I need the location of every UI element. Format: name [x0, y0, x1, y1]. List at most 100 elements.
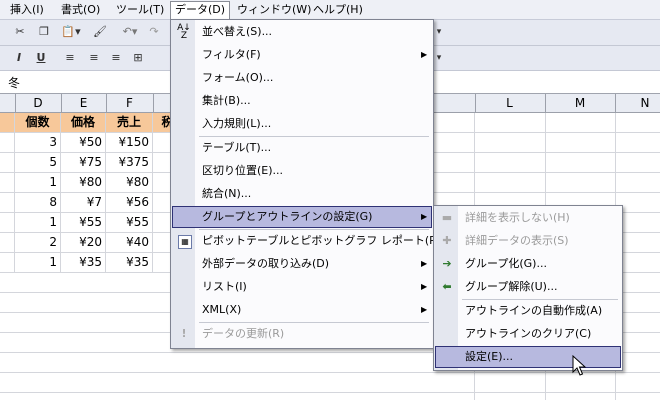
- menu-item-label: アウトラインのクリア(C): [465, 327, 592, 340]
- menu-item-auto-outline[interactable]: アウトラインの自動作成(A): [435, 300, 621, 322]
- cell[interactable]: ¥55: [61, 213, 106, 232]
- row-header[interactable]: [0, 153, 15, 172]
- table-row: [0, 373, 660, 393]
- format-painter-icon[interactable]: 🖌: [92, 24, 108, 40]
- submenu-arrow-icon: ▶: [421, 305, 428, 314]
- menu-item-label: 統合(N)...: [202, 187, 252, 200]
- menu-help[interactable]: ヘルプ(H): [309, 2, 367, 17]
- menu-item-label: データの更新(R): [202, 327, 285, 340]
- menu-item-group[interactable]: ➔ グループ化(G)...: [435, 253, 621, 275]
- menu-bar: 挿入(I) 書式(O) ツール(T) データ(D) ウィンドウ(W) ヘルプ(H…: [0, 0, 660, 20]
- menu-window[interactable]: ウィンドウ(W): [233, 2, 315, 17]
- header-cell-price[interactable]: 価格: [61, 113, 106, 132]
- cell[interactable]: ¥35: [106, 253, 153, 272]
- cell[interactable]: ¥50: [61, 133, 106, 152]
- cell[interactable]: ¥20: [61, 233, 106, 252]
- cell[interactable]: 1: [15, 173, 61, 192]
- menu-item-label: 設定(E)...: [465, 350, 514, 363]
- cell[interactable]: ¥7: [61, 193, 106, 212]
- row-header[interactable]: [0, 233, 15, 252]
- underline-button[interactable]: U: [34, 50, 48, 66]
- menu-data[interactable]: データ(D): [170, 1, 231, 20]
- cell[interactable]: ¥40: [106, 233, 153, 252]
- cell[interactable]: ¥35: [61, 253, 106, 272]
- menu-item-label: フォーム(O)...: [202, 71, 274, 84]
- menu-format[interactable]: 書式(O): [57, 2, 104, 17]
- menu-item-xml[interactable]: XML(X) ▶: [172, 299, 432, 321]
- menu-tools[interactable]: ツール(T): [112, 2, 168, 17]
- menu-item-validation[interactable]: 入力規則(L)...: [172, 113, 432, 135]
- cell[interactable]: 8: [15, 193, 61, 212]
- cell[interactable]: 1: [15, 213, 61, 232]
- menu-item-clear-outline[interactable]: アウトラインのクリア(C): [435, 323, 621, 345]
- cell[interactable]: ¥55: [106, 213, 153, 232]
- menu-item-show-detail[interactable]: ✚ 詳細データの表示(S): [435, 230, 621, 252]
- cut-icon[interactable]: ✂: [12, 24, 28, 40]
- menu-item-refresh-data[interactable]: ! データの更新(R): [172, 323, 432, 345]
- col-header-l[interactable]: L: [474, 94, 546, 112]
- col-header-m[interactable]: M: [545, 94, 616, 112]
- row-header[interactable]: [0, 113, 15, 132]
- menu-item-text-to-columns[interactable]: 区切り位置(E)...: [172, 160, 432, 182]
- toolbar-options-icon[interactable]: ▾: [434, 50, 444, 66]
- toolbar-options-icon[interactable]: ▾: [434, 24, 444, 40]
- italic-button[interactable]: I: [12, 50, 26, 66]
- menu-item-ungroup[interactable]: ⬅ グループ解除(U)...: [435, 276, 621, 298]
- redo-icon[interactable]: ↷: [146, 24, 162, 40]
- cell[interactable]: 2: [15, 233, 61, 252]
- row-header[interactable]: [0, 173, 15, 192]
- cell[interactable]: 1: [15, 253, 61, 272]
- cell[interactable]: ¥80: [106, 173, 153, 192]
- col-header-d[interactable]: D: [15, 94, 62, 112]
- menu-item-filter[interactable]: フィルタ(F) ▶: [172, 44, 432, 66]
- cell[interactable]: ¥75: [61, 153, 106, 172]
- header-cell-sales[interactable]: 売上: [106, 113, 153, 132]
- header-cell-count[interactable]: 個数: [15, 113, 61, 132]
- menu-item-outline-settings[interactable]: 設定(E)...: [435, 346, 621, 368]
- menu-item-form[interactable]: フォーム(O)...: [172, 67, 432, 89]
- menu-item-group-outline[interactable]: グループとアウトラインの設定(G) ▶: [172, 206, 432, 228]
- menu-insert[interactable]: 挿入(I): [6, 2, 48, 17]
- copy-icon[interactable]: ❐: [36, 24, 52, 40]
- cell[interactable]: ¥56: [106, 193, 153, 212]
- col-header-k[interactable]: [432, 94, 476, 112]
- row-header[interactable]: [0, 213, 15, 232]
- col-header-f[interactable]: F: [106, 94, 154, 112]
- row-header[interactable]: [0, 193, 15, 212]
- cell[interactable]: ¥375: [106, 153, 153, 172]
- align-center-icon[interactable]: ≡: [86, 50, 102, 66]
- show-detail-icon: ✚: [442, 234, 452, 247]
- row-header[interactable]: [0, 133, 15, 152]
- row-header[interactable]: [0, 253, 15, 272]
- align-left-icon[interactable]: ≡: [62, 50, 78, 66]
- menu-item-subtotals[interactable]: 集計(B)...: [172, 90, 432, 112]
- cell[interactable]: ¥150: [106, 133, 153, 152]
- cell[interactable]: 5: [15, 153, 61, 172]
- group-icon: ➔: [442, 257, 452, 270]
- cell[interactable]: ¥80: [61, 173, 106, 192]
- menu-item-consolidate[interactable]: 統合(N)...: [172, 183, 432, 205]
- menu-item-hide-detail[interactable]: ▬ 詳細を表示しない(H): [435, 207, 621, 229]
- menu-item-label: 入力規則(L)...: [202, 117, 272, 130]
- cell[interactable]: 3: [15, 133, 61, 152]
- menu-item-label: グループとアウトラインの設定(G): [202, 210, 373, 223]
- menu-item-pivot-table[interactable]: ▦ ピボットテーブルとピボットグラフ レポート(P)...: [172, 230, 451, 252]
- undo-icon[interactable]: ↶▾: [118, 24, 142, 40]
- refresh-icon: !: [181, 327, 187, 340]
- paste-icon[interactable]: 📋▾: [60, 24, 82, 40]
- menu-item-sort[interactable]: A↓ Z 並べ替え(S)...: [172, 21, 432, 43]
- menu-item-external-data[interactable]: 外部データの取り込み(D) ▶: [172, 253, 432, 275]
- menu-item-label: XML(X): [202, 303, 242, 316]
- submenu-arrow-icon: ▶: [421, 212, 428, 221]
- menu-item-list[interactable]: リスト(I) ▶: [172, 276, 432, 298]
- menu-item-label: 詳細を表示しない(H): [465, 211, 570, 224]
- col-header-e[interactable]: E: [61, 94, 107, 112]
- merge-center-icon[interactable]: ⊞: [130, 50, 146, 66]
- menu-item-table[interactable]: テーブル(T)...: [172, 137, 432, 159]
- menu-item-label: フィルタ(F): [202, 48, 261, 61]
- col-header-n[interactable]: N: [615, 94, 660, 112]
- menu-item-label: アウトラインの自動作成(A): [465, 304, 603, 317]
- formula-value: 冬: [8, 76, 21, 90]
- align-right-icon[interactable]: ≡: [108, 50, 124, 66]
- corner-cell[interactable]: [0, 94, 16, 112]
